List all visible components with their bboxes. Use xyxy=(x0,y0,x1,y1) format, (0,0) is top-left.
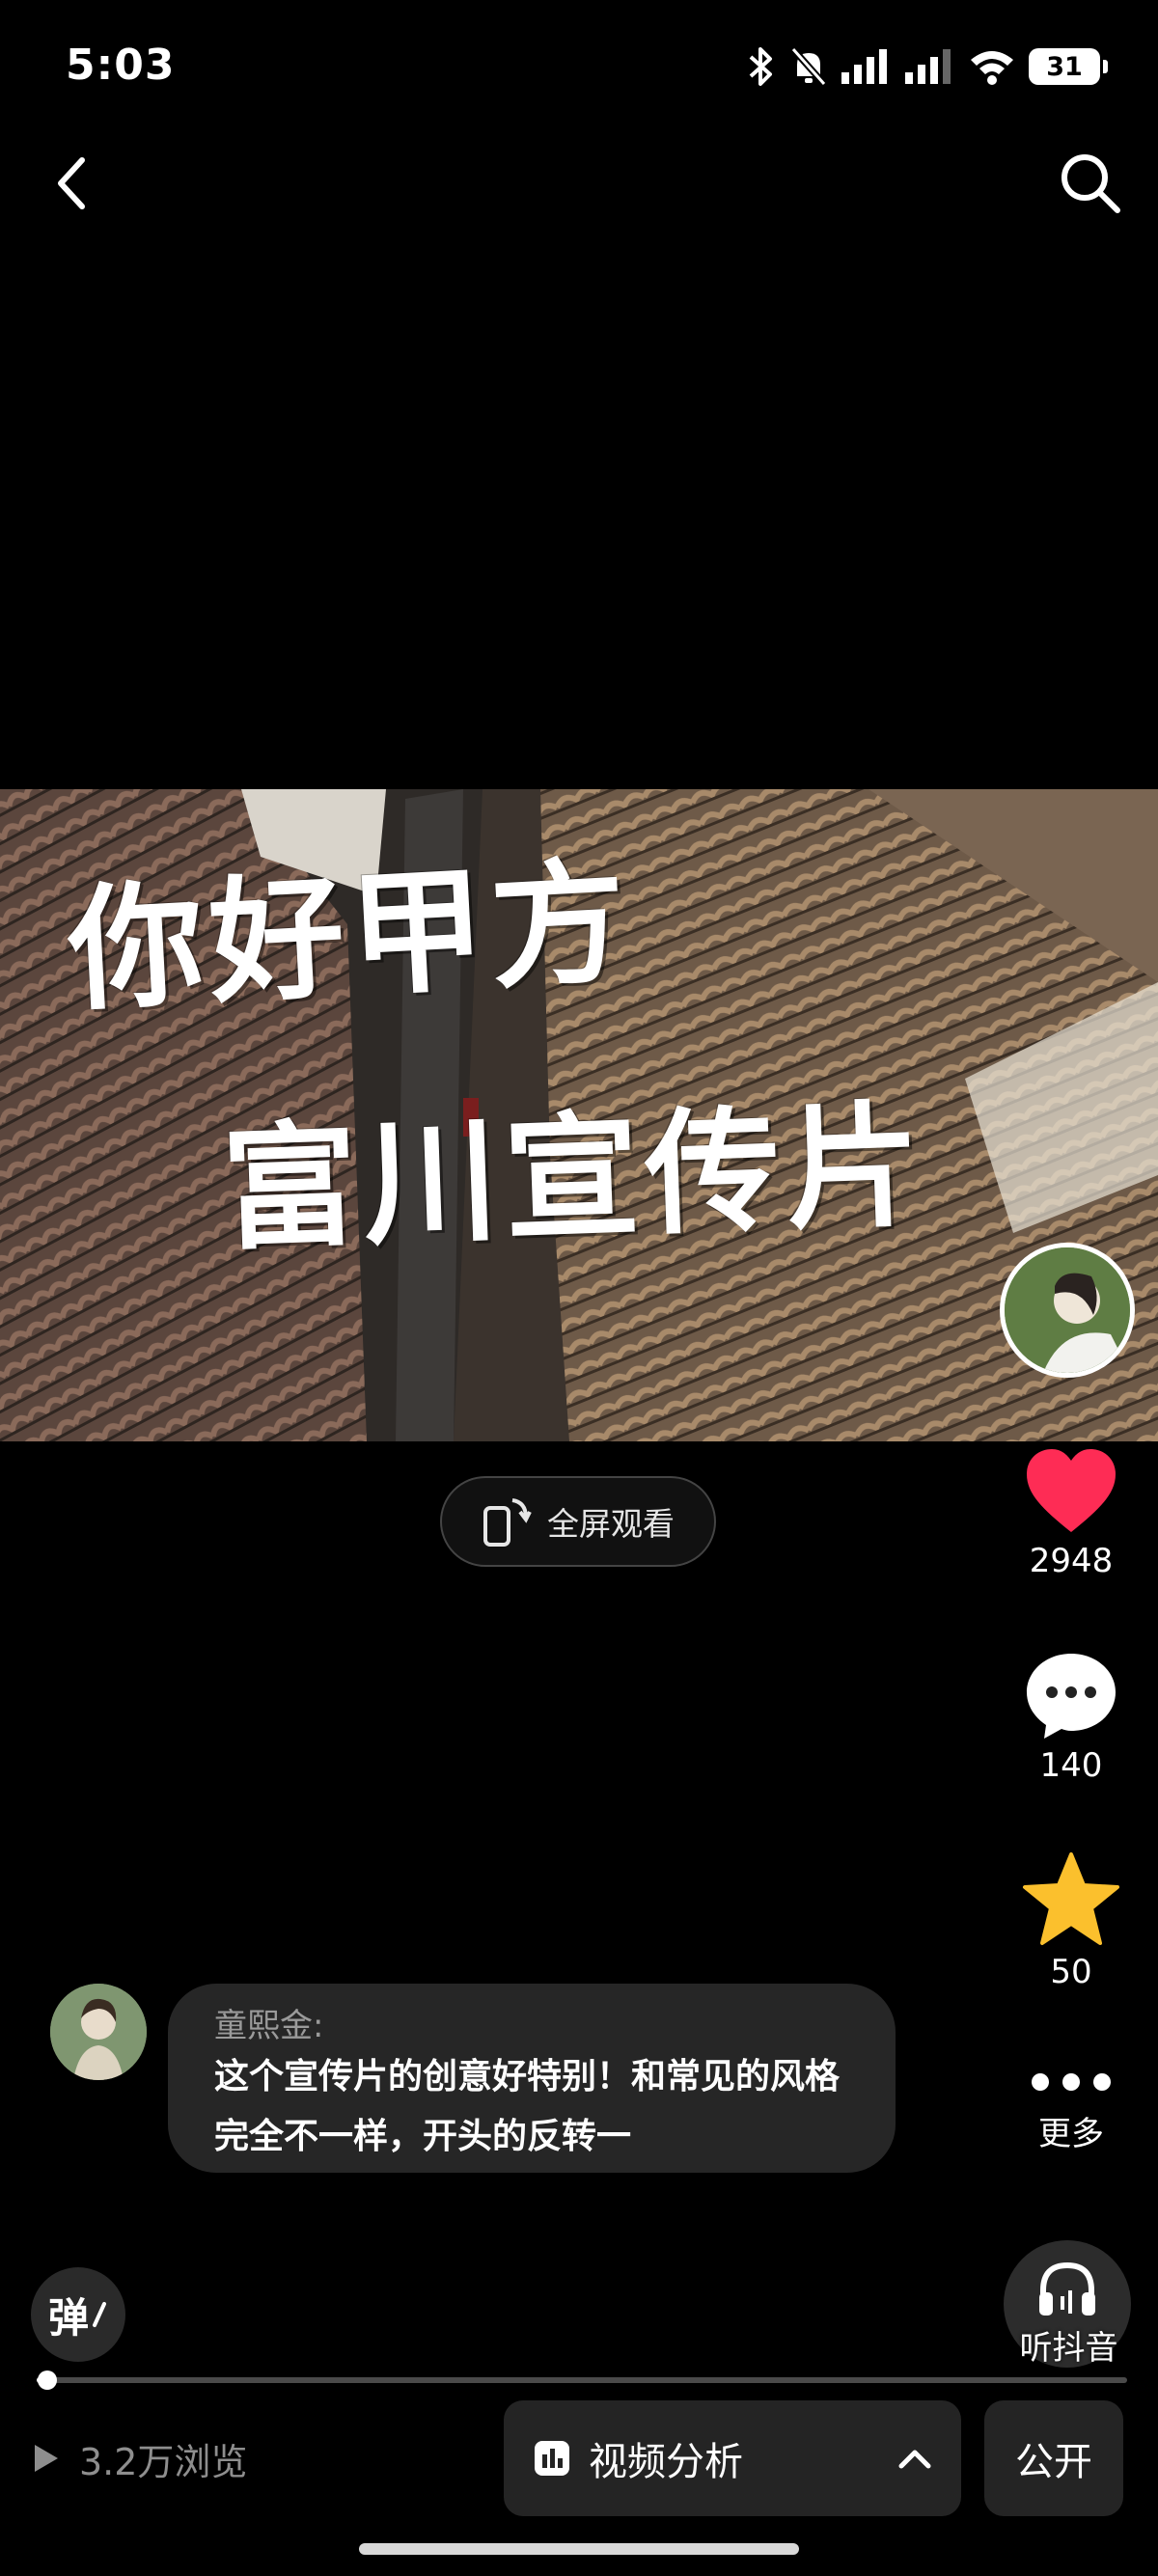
video-player[interactable]: 你好甲方 富川宣传片 xyxy=(0,789,1158,1441)
creator-avatar[interactable] xyxy=(1000,1243,1135,1378)
like-button[interactable]: 2948 xyxy=(994,1447,1148,1580)
comment-text: 这个宣传片的创意好特别！和常见的风格完全不一样，开头的反转一 xyxy=(214,2057,841,2156)
view-count: 3.2万浏览 xyxy=(31,2431,247,2485)
video-analysis-label: 视频分析 xyxy=(589,2440,743,2484)
like-count: 2948 xyxy=(1029,1542,1114,1580)
mute-bell-icon xyxy=(790,46,827,87)
wifi-icon xyxy=(971,51,1013,85)
search-button[interactable] xyxy=(1052,145,1129,222)
signal-icon-1 xyxy=(841,49,887,84)
pencil-icon xyxy=(93,2302,106,2327)
status-time: 5:03 xyxy=(66,41,176,90)
danmaku-toggle-button[interactable]: 弹 xyxy=(31,2267,125,2362)
comment-author: 童熙金: xyxy=(214,2007,324,2045)
progress-handle[interactable] xyxy=(38,2370,58,2390)
visibility-label: 公开 xyxy=(1015,2440,1092,2484)
battery-indicator: 31 xyxy=(1029,48,1108,85)
heart-icon xyxy=(1027,1449,1116,1532)
analytics-icon xyxy=(535,2441,569,2476)
video-analysis-button[interactable]: 视频分析 xyxy=(504,2400,961,2516)
chevron-up-icon xyxy=(898,2450,931,2469)
home-indicator[interactable] xyxy=(359,2543,799,2555)
chevron-left-icon xyxy=(58,157,85,209)
star-icon xyxy=(1023,1852,1119,1945)
more-button[interactable]: 更多 xyxy=(994,2063,1148,2154)
signal-icon-2 xyxy=(905,49,951,84)
status-bar: 5:03 31 xyxy=(0,0,1158,135)
danmaku-label: 弹 xyxy=(47,2293,89,2342)
commenter-avatar[interactable] xyxy=(50,1984,147,2080)
view-count-label: 3.2万浏览 xyxy=(79,2440,248,2483)
favorite-count: 50 xyxy=(1050,1953,1092,1991)
comment-preview[interactable]: 童熙金: 这个宣传片的创意好特别！和常见的风格完全不一样，开头的反转一 xyxy=(168,1984,896,2173)
video-title-line2: 富川宣传片 xyxy=(219,1086,930,1270)
fullscreen-button[interactable]: 全屏观看 xyxy=(440,1476,716,1567)
favorite-button[interactable]: 50 xyxy=(994,1850,1148,1991)
headphones-icon xyxy=(1039,2261,1095,2316)
more-label: 更多 xyxy=(1038,2115,1104,2153)
comment-button[interactable]: 140 xyxy=(994,1650,1148,1785)
commenter-avatar-image xyxy=(50,1984,147,2080)
fullscreen-label: 全屏观看 xyxy=(547,1505,675,1543)
video-title-line1: 你好甲方 xyxy=(64,842,636,1031)
comment-bubble-icon xyxy=(1027,1654,1116,1739)
more-dots-icon xyxy=(1032,2073,1111,2091)
listen-label: 听抖音 xyxy=(1019,2329,1118,2368)
search-icon xyxy=(1062,154,1120,213)
rotate-phone-icon xyxy=(483,1498,532,1547)
status-icons: 31 xyxy=(747,42,1108,91)
avatar-image xyxy=(1005,1247,1130,1373)
play-icon xyxy=(35,2445,58,2472)
video-progress-bar[interactable] xyxy=(37,2370,1127,2390)
back-button[interactable] xyxy=(39,145,106,222)
bluetooth-icon xyxy=(749,47,772,86)
visibility-public-button[interactable]: 公开 xyxy=(984,2400,1123,2516)
comment-count: 140 xyxy=(1039,1746,1103,1785)
